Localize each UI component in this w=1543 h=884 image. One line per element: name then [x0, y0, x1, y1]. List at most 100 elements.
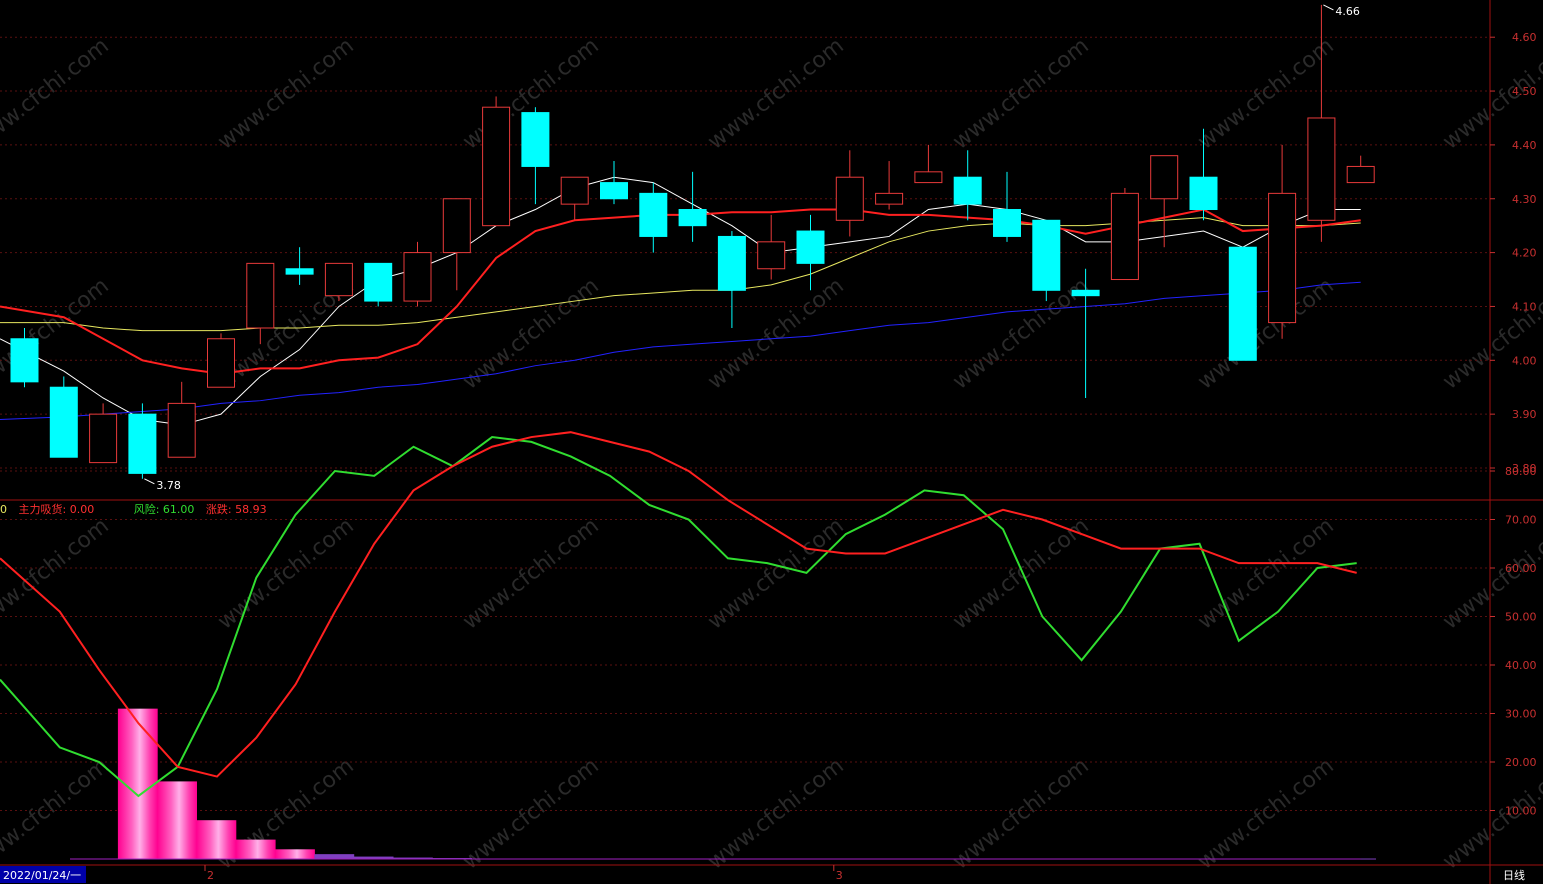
price-tick-label: 4.00: [1512, 354, 1537, 367]
candle-body-down: [128, 413, 157, 474]
legend-item-0: 0: [0, 503, 7, 516]
watermark-text: www.cfchi.com: [213, 33, 358, 154]
month-label: 3: [836, 869, 843, 882]
candle: [49, 376, 78, 458]
accumulation-bar: [235, 839, 276, 859]
watermark-text: www.cfchi.com: [703, 33, 848, 154]
candle: [89, 403, 118, 464]
legend-item-risk: 风险: 61.00: [134, 502, 195, 516]
price-tick-label: 4.20: [1512, 247, 1537, 260]
annotation-label: 3.78: [156, 479, 181, 492]
low-annotation: 3.78: [144, 478, 181, 492]
candle: [914, 144, 943, 184]
watermark-text: www.cfchi.com: [0, 33, 114, 154]
moving-average-line-3: [0, 281, 1361, 421]
candle: [639, 182, 668, 253]
candle-body-up: [1110, 192, 1139, 281]
indicator-tick-label: 20.00: [1505, 756, 1537, 769]
candle: [993, 171, 1021, 242]
candle: [875, 161, 904, 210]
candle-body-up: [89, 413, 118, 464]
accumulation-bar: [196, 820, 237, 859]
period-label[interactable]: 日线: [1503, 868, 1525, 882]
candle-body-down: [1228, 246, 1257, 361]
candle: [442, 198, 471, 291]
candle-body-down: [600, 182, 628, 200]
month-label: 2: [207, 869, 214, 882]
candle-body-up: [875, 192, 904, 205]
stock-chart: www.cfchi.com www.cfchi.com www.cfchi.com w…: [0, 0, 1543, 884]
candle-body-up: [1268, 192, 1297, 324]
candle-body-down: [993, 209, 1021, 237]
candle-body-down: [1032, 219, 1061, 291]
legend-item-change: 涨跌: 58.93: [206, 502, 267, 516]
price-tick-label: 4.40: [1512, 139, 1537, 152]
candle-body-down: [1071, 289, 1100, 297]
candle-body-down: [678, 209, 707, 227]
date-label: 2022/01/24/一: [3, 869, 81, 882]
indicator-tick-label: 10.00: [1505, 805, 1537, 818]
candlestick-layer: [10, 4, 1375, 479]
candle: [560, 176, 589, 221]
indicator-tick-label: 70.00: [1505, 514, 1537, 527]
candle-body-down: [10, 338, 39, 383]
price-tick-label: 4.30: [1512, 193, 1537, 206]
candle-body-down: [285, 268, 314, 275]
candle: [953, 150, 982, 221]
watermark-text: www.cfchi.com: [458, 753, 603, 874]
indicator-tick-label: 50.00: [1505, 611, 1537, 624]
candle: [1268, 144, 1297, 339]
candle-body-down: [953, 176, 982, 205]
price-tick-label: 3.90: [1512, 408, 1537, 421]
candle: [324, 262, 353, 302]
candle: [1228, 246, 1257, 361]
candle: [482, 96, 511, 227]
candle-body-up: [835, 176, 864, 221]
watermark-text: www.cfchi.com: [0, 753, 114, 874]
candle: [521, 107, 550, 205]
annotation-pointer: [144, 478, 155, 485]
candle-body-up: [560, 176, 589, 205]
candle: [1032, 219, 1061, 302]
candle: [835, 150, 864, 237]
accumulation-bar: [157, 781, 197, 859]
candle-body-up: [167, 402, 196, 458]
watermark-text: www.cfchi.com: [948, 33, 1093, 154]
candle-body-up: [246, 262, 275, 329]
candle-body-up: [442, 198, 471, 254]
watermark-text: www.cfchi.com: [703, 753, 848, 874]
high-annotation: 4.66: [1323, 4, 1360, 18]
moving-average-line-1: [0, 217, 1361, 332]
candle-body-up: [1150, 155, 1179, 200]
indicator-legend: 0 主力吸货: 0.00 风险: 61.00 涨跌: 58.93: [0, 502, 267, 516]
candle-body-up: [914, 171, 943, 184]
candle-body-up: [1346, 165, 1375, 184]
watermark-text: www.cfchi.com: [1438, 273, 1543, 394]
candle-body-up: [324, 262, 353, 297]
candle: [1150, 155, 1179, 248]
candle-body-up: [482, 106, 511, 227]
candle-body-down: [1189, 176, 1218, 211]
price-tick-label: 4.10: [1512, 300, 1537, 313]
candle: [207, 333, 235, 388]
indicator-line-1: [0, 431, 1357, 778]
indicator-tick-label: 60.00: [1505, 562, 1537, 575]
accumulation-bar: [314, 854, 355, 859]
indicator-tick-label: 80.00: [1505, 465, 1537, 478]
candle: [796, 214, 825, 291]
legend-item-main-absorb: 主力吸货: 0.00: [19, 502, 95, 516]
candle: [717, 231, 746, 328]
candle: [403, 241, 432, 307]
indicator-line-layer: [0, 431, 1357, 798]
candle-body-up: [757, 241, 786, 270]
candle: [1307, 4, 1336, 242]
candle: [128, 403, 157, 479]
indicator-tick-label: 40.00: [1505, 659, 1537, 672]
candle-body-down: [49, 386, 78, 458]
candle-body-down: [364, 262, 393, 302]
watermark-text: www.cfchi.com: [948, 753, 1093, 874]
candle-body-up: [403, 252, 432, 302]
candle-body-up: [1307, 117, 1336, 221]
watermark-text: www.cfchi.com: [458, 273, 603, 394]
candle-body-up: [207, 338, 235, 388]
